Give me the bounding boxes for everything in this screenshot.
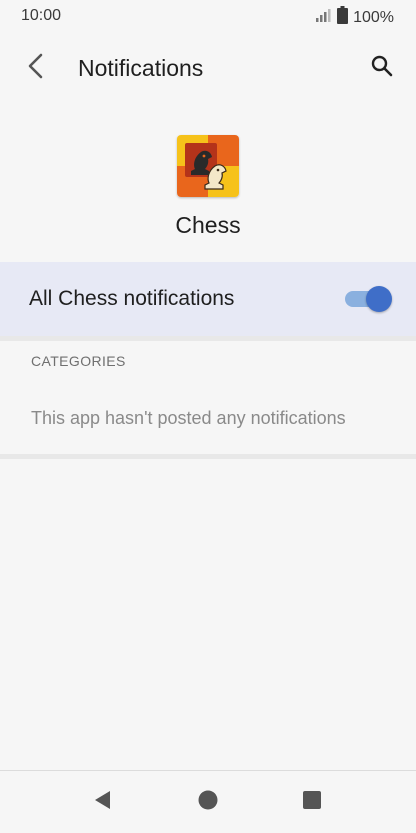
back-button[interactable] bbox=[18, 50, 54, 86]
status-icons: 100% bbox=[316, 6, 394, 29]
all-notifications-row[interactable]: All Chess notifications bbox=[0, 262, 416, 336]
app-bar: Notifications bbox=[0, 34, 416, 104]
battery-percent: 100% bbox=[353, 8, 394, 26]
nav-home-button[interactable] bbox=[195, 789, 221, 815]
nav-back-button[interactable] bbox=[90, 789, 116, 815]
nav-home-icon bbox=[197, 789, 219, 816]
search-icon bbox=[370, 54, 394, 83]
navigation-bar bbox=[0, 770, 416, 833]
search-button[interactable] bbox=[364, 50, 400, 86]
status-bar: 10:00 100% bbox=[0, 0, 416, 34]
toggle-thumb bbox=[366, 286, 392, 312]
nav-recents-button[interactable] bbox=[299, 789, 325, 815]
signal-icon bbox=[316, 8, 332, 27]
nav-back-icon bbox=[92, 789, 114, 816]
app-name: Chess bbox=[175, 212, 241, 238]
section-divider bbox=[0, 454, 416, 459]
categories-header: CATEGORIES bbox=[31, 353, 126, 369]
empty-categories-message: This app hasn't posted any notifications bbox=[31, 408, 346, 428]
nav-recents-icon bbox=[301, 789, 323, 816]
section-divider bbox=[0, 336, 416, 341]
back-arrow-icon bbox=[26, 53, 46, 84]
all-notifications-toggle[interactable] bbox=[345, 286, 393, 312]
status-time: 10:00 bbox=[21, 7, 62, 24]
page-title: Notifications bbox=[78, 55, 204, 81]
chess-app-icon bbox=[177, 135, 239, 197]
battery-icon bbox=[337, 6, 349, 29]
all-notifications-label: All Chess notifications bbox=[29, 287, 235, 310]
